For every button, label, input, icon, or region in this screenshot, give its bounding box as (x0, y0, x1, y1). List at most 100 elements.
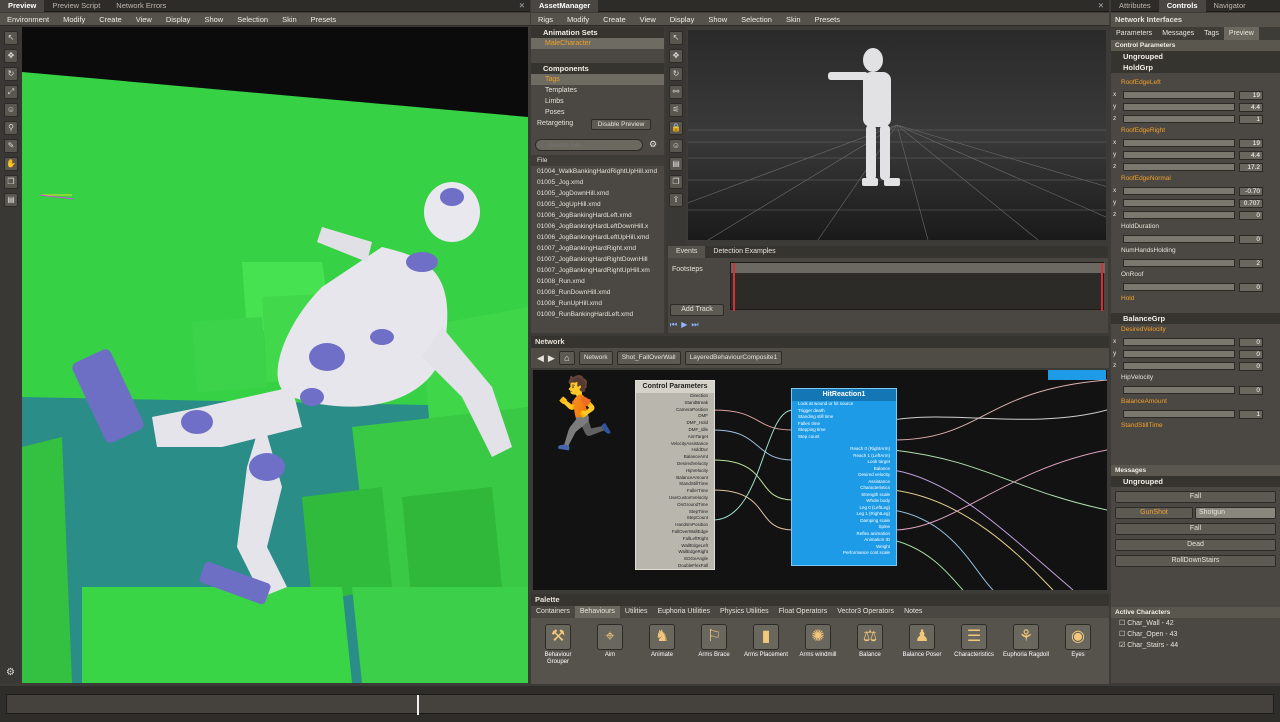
pin-label[interactable]: VelocityAssistance (636, 441, 714, 448)
menu-rigs[interactable]: Rigs (531, 15, 560, 24)
menu-display[interactable]: Display (663, 15, 702, 24)
file-item[interactable]: 01007_JogBankingHardRightUpHill.xm (531, 265, 664, 276)
param-value[interactable]: 0 (1239, 211, 1263, 220)
param-value[interactable]: -0.70 (1239, 187, 1263, 196)
hierarchy-icon[interactable]: ⚟ (669, 103, 683, 117)
param-slider[interactable] (1123, 338, 1235, 346)
retargeting-label[interactable]: Retargeting (537, 120, 573, 127)
file-item[interactable]: 01007_JogBankingHardRight.xmd (531, 243, 664, 254)
palette-item-animate[interactable]: ♞ Animate (637, 624, 687, 659)
move-tool-icon[interactable]: ✥ (4, 49, 18, 63)
copy-icon[interactable]: ❐ (669, 175, 683, 189)
pin-label[interactable]: StandStillTime (636, 481, 714, 488)
timeline-track[interactable] (730, 262, 1105, 311)
balancegrp-header[interactable]: BalanceGrp (1111, 313, 1280, 324)
tab-preview-script[interactable]: Preview Script (44, 0, 108, 12)
file-item[interactable]: 01005_JogDownHill.xmd (531, 188, 664, 199)
menu-show[interactable]: Show (197, 15, 230, 24)
pin-label[interactable]: StandBreak (636, 400, 714, 407)
menu-create[interactable]: Create (596, 15, 633, 24)
network-graph[interactable]: 🏃 Control Parameters Direction StandBreak… (533, 370, 1107, 590)
param-slider[interactable] (1123, 199, 1235, 207)
message-dead-button[interactable]: Dead (1115, 539, 1276, 551)
menu-view[interactable]: View (129, 15, 159, 24)
tab-preview-params[interactable]: Preview (1223, 27, 1259, 40)
menu-presets[interactable]: Presets (304, 15, 343, 24)
param-slider[interactable] (1123, 211, 1235, 219)
message-rolldown-button[interactable]: RollDownStairs (1115, 555, 1276, 567)
file-item[interactable]: 01008_RunUpHill.xmd (531, 298, 664, 309)
message-fall2-button[interactable]: Fall (1115, 523, 1276, 535)
scale-tool-icon[interactable]: ⤢ (4, 85, 18, 99)
joint-tool-icon[interactable]: ⚯ (669, 85, 683, 99)
param-value[interactable]: 0 (1239, 362, 1263, 371)
components-header[interactable]: Components (531, 63, 664, 74)
output-pin-label[interactable]: Performance cost scale (792, 550, 896, 557)
param-slider[interactable] (1123, 187, 1235, 195)
pin-label[interactable]: WallEdgeRight (636, 549, 714, 556)
disable-preview-button[interactable]: Disable Preview (591, 119, 651, 130)
menu-skin[interactable]: Skin (779, 15, 808, 24)
character-item[interactable]: ☐ Char_Open - 43 (1111, 629, 1280, 640)
file-item[interactable]: 01006_JogBankingHardLeftDownHill.x (531, 221, 664, 232)
param-value[interactable]: 0 (1239, 235, 1263, 244)
pin-label[interactable]: HipVelocity (636, 468, 714, 475)
palette-item-arms-placement[interactable]: ▮ Arms Placement (741, 624, 791, 659)
tab-events[interactable]: Events (668, 246, 706, 258)
tab-navigator[interactable]: Navigator (1206, 0, 1254, 12)
param-slider[interactable] (1123, 235, 1235, 243)
breadcrumb-shot[interactable]: Shot_FallOverWall (616, 351, 681, 365)
grab-tool-icon[interactable]: ✋ (4, 157, 18, 171)
home-icon[interactable]: ⌂ (558, 351, 575, 365)
tab-detection-examples[interactable]: Detection Examples (705, 246, 783, 258)
file-item[interactable]: 01007_JogBankingHardRightDownHill (531, 254, 664, 265)
pin-label[interactable]: FallLeftRight (636, 536, 714, 543)
tab-parameters[interactable]: Parameters (1111, 27, 1157, 40)
component-poses[interactable]: Poses (531, 107, 664, 118)
pin-tool-icon[interactable]: ⚲ (4, 121, 18, 135)
pin-label[interactable]: OnGroundTime (636, 502, 714, 509)
pin-label[interactable]: FallOverWallEdge (636, 529, 714, 536)
asset-viewport[interactable] (688, 30, 1106, 240)
add-track-button[interactable]: Add Track (670, 304, 724, 316)
copy-icon[interactable]: ❐ (4, 175, 18, 189)
param-value[interactable]: 19 (1239, 91, 1263, 100)
param-value[interactable]: 0.707 (1239, 199, 1263, 208)
param-value[interactable]: 4.4 (1239, 103, 1263, 112)
pin-label[interactable]: StepCount (636, 515, 714, 522)
param-slider[interactable] (1123, 350, 1235, 358)
param-value[interactable]: 0 (1239, 283, 1263, 292)
palette-item-characteristics[interactable]: ☰ Characteristics (949, 624, 999, 659)
file-item[interactable]: 01004_WalkBankingHardRightUpHill.xmd (531, 166, 664, 177)
file-item[interactable]: 01008_RunDownHill.xmd (531, 287, 664, 298)
tab-vector3-operators[interactable]: Vector3 Operators (832, 606, 899, 618)
param-value[interactable]: 1 (1239, 115, 1263, 124)
param-value[interactable]: 4.4 (1239, 151, 1263, 160)
param-value[interactable]: 17.2 (1239, 163, 1263, 172)
component-limbs[interactable]: Limbs (531, 96, 664, 107)
select-tool-icon[interactable]: ↖ (669, 31, 683, 45)
component-templates[interactable]: Templates (531, 85, 664, 96)
shotgun-select[interactable]: Shotgun (1195, 507, 1276, 519)
timeline-ruler[interactable] (6, 694, 1274, 715)
move-tool-icon[interactable]: ✥ (669, 49, 683, 63)
tab-asset-manager[interactable]: AssetManager (531, 0, 599, 12)
playhead[interactable] (417, 695, 419, 715)
pin-label[interactable]: BalanceAmt (636, 454, 714, 461)
palette-item-balance-poser[interactable]: ♟ Balance Poser (897, 624, 947, 659)
pin-label[interactable]: DMF_Idle (636, 427, 714, 434)
menu-create[interactable]: Create (92, 15, 129, 24)
rotate-tool-icon[interactable]: ↻ (4, 67, 18, 81)
pin-label[interactable]: EDGeAngle (636, 556, 714, 563)
pin-label[interactable]: Direction (636, 393, 714, 400)
menu-modify[interactable]: Modify (560, 15, 596, 24)
param-slider[interactable] (1123, 163, 1235, 171)
file-item[interactable]: 01008_Run.xmd (531, 276, 664, 287)
param-slider[interactable] (1123, 91, 1235, 99)
param-slider[interactable] (1123, 386, 1235, 394)
message-gunshot-button[interactable]: GunShot (1115, 507, 1193, 519)
tab-euphoria-utilities[interactable]: Euphoria Utilities (652, 606, 715, 618)
menu-selection[interactable]: Selection (230, 15, 275, 24)
param-value[interactable]: 19 (1239, 139, 1263, 148)
param-value[interactable]: 0 (1239, 350, 1263, 359)
